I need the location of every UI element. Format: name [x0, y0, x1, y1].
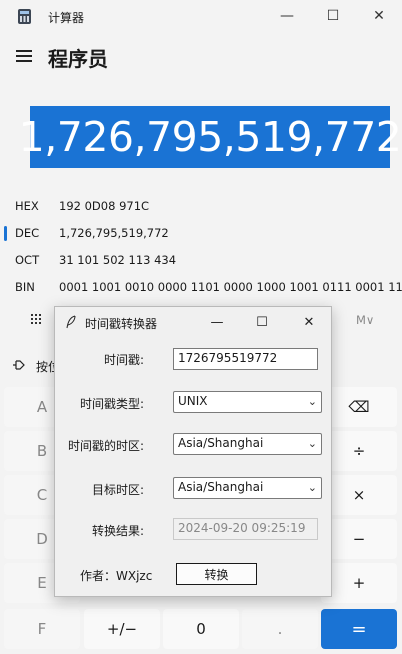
- source-timezone-label: 时间戳的时区:: [67, 439, 144, 453]
- author-label: 作者：WXjzc: [80, 569, 153, 583]
- equals-button[interactable]: =: [321, 609, 397, 649]
- bitshift-icon: [13, 360, 25, 370]
- calculator-icon: [18, 9, 31, 24]
- title-bar: 计算器 — ☐ ✕: [0, 0, 402, 32]
- zero-button[interactable]: 0: [163, 609, 239, 649]
- target-timezone-value: Asia/Shanghai: [178, 480, 264, 494]
- radix-value: 0001 1001 0010 0000 1101 0000 1000 1001 …: [59, 280, 402, 294]
- radix-row-hex[interactable]: HEX 192 0D08 971C: [0, 193, 402, 219]
- result-field: 2024-09-20 09:25:19: [173, 518, 318, 540]
- convert-button[interactable]: 转换: [176, 563, 257, 585]
- hamburger-menu-icon[interactable]: [16, 50, 32, 62]
- app-title: 计算器: [48, 11, 85, 25]
- close-button[interactable]: ✕: [356, 0, 402, 32]
- dialog-maximize-button[interactable]: ☐: [248, 311, 276, 333]
- timestamp-type-select[interactable]: UNIX ⌄: [173, 391, 322, 413]
- target-timezone-label: 目标时区:: [91, 483, 144, 497]
- maximize-button[interactable]: ☐: [310, 0, 356, 32]
- radix-label: BIN: [15, 280, 35, 294]
- keypad-grid-icon[interactable]: [30, 313, 44, 327]
- backspace-button[interactable]: ⌫: [321, 387, 397, 427]
- timestamp-input[interactable]: 1726795519772: [173, 348, 318, 370]
- result-label: 转换结果:: [91, 524, 144, 538]
- minimize-button[interactable]: —: [264, 0, 310, 32]
- result-display: 1,726,795,519,772: [19, 106, 402, 168]
- radix-label: HEX: [15, 199, 39, 213]
- dialog-close-button[interactable]: ✕: [295, 311, 323, 333]
- radix-row-oct[interactable]: OCT 31 101 502 113 434: [0, 247, 402, 273]
- radix-value: 1,726,795,519,772: [59, 226, 169, 240]
- feather-icon: [66, 315, 76, 329]
- memory-dropdown[interactable]: M∨: [356, 313, 374, 327]
- radix-label: OCT: [15, 253, 40, 267]
- minus-button[interactable]: −: [321, 519, 397, 559]
- source-timezone-select[interactable]: Asia/Shanghai ⌄: [173, 433, 322, 455]
- radix-value: 192 0D08 971C: [59, 199, 150, 213]
- radix-value: 31 101 502 113 434: [59, 253, 177, 267]
- calculator-window: 计算器 — ☐ ✕ 程序员 1,726,795,519,772 HEX 192 …: [0, 0, 402, 654]
- radix-row-dec[interactable]: DEC 1,726,795,519,772: [0, 220, 402, 246]
- chevron-down-icon: ⌄: [307, 481, 317, 494]
- timestamp-converter-dialog: 时间戳转换器 — ☐ ✕ 时间戳: 1726795519772 时间戳类型: U…: [54, 306, 332, 597]
- source-timezone-value: Asia/Shanghai: [178, 436, 264, 450]
- dialog-title: 时间戳转换器: [85, 317, 158, 331]
- timestamp-label: 时间戳:: [103, 353, 144, 367]
- selected-indicator: [4, 226, 7, 241]
- timestamp-type-label: 时间戳类型:: [79, 397, 144, 411]
- target-timezone-select[interactable]: Asia/Shanghai ⌄: [173, 477, 322, 499]
- key-f[interactable]: F: [4, 609, 80, 649]
- radix-label: DEC: [15, 226, 40, 240]
- plus-button[interactable]: +: [321, 563, 397, 603]
- negate-button[interactable]: +/−: [84, 609, 160, 649]
- chevron-down-icon: ⌄: [307, 395, 317, 408]
- decimal-button[interactable]: .: [242, 609, 318, 649]
- dialog-minimize-button[interactable]: —: [203, 311, 231, 333]
- multiply-button[interactable]: ×: [321, 475, 397, 515]
- timestamp-type-value: UNIX: [178, 394, 208, 408]
- chevron-down-icon: ⌄: [307, 437, 317, 450]
- radix-row-bin[interactable]: BIN 0001 1001 0010 0000 1101 0000 1000 1…: [0, 274, 402, 300]
- divide-button[interactable]: ÷: [321, 431, 397, 471]
- mode-title: 程序员: [48, 47, 108, 71]
